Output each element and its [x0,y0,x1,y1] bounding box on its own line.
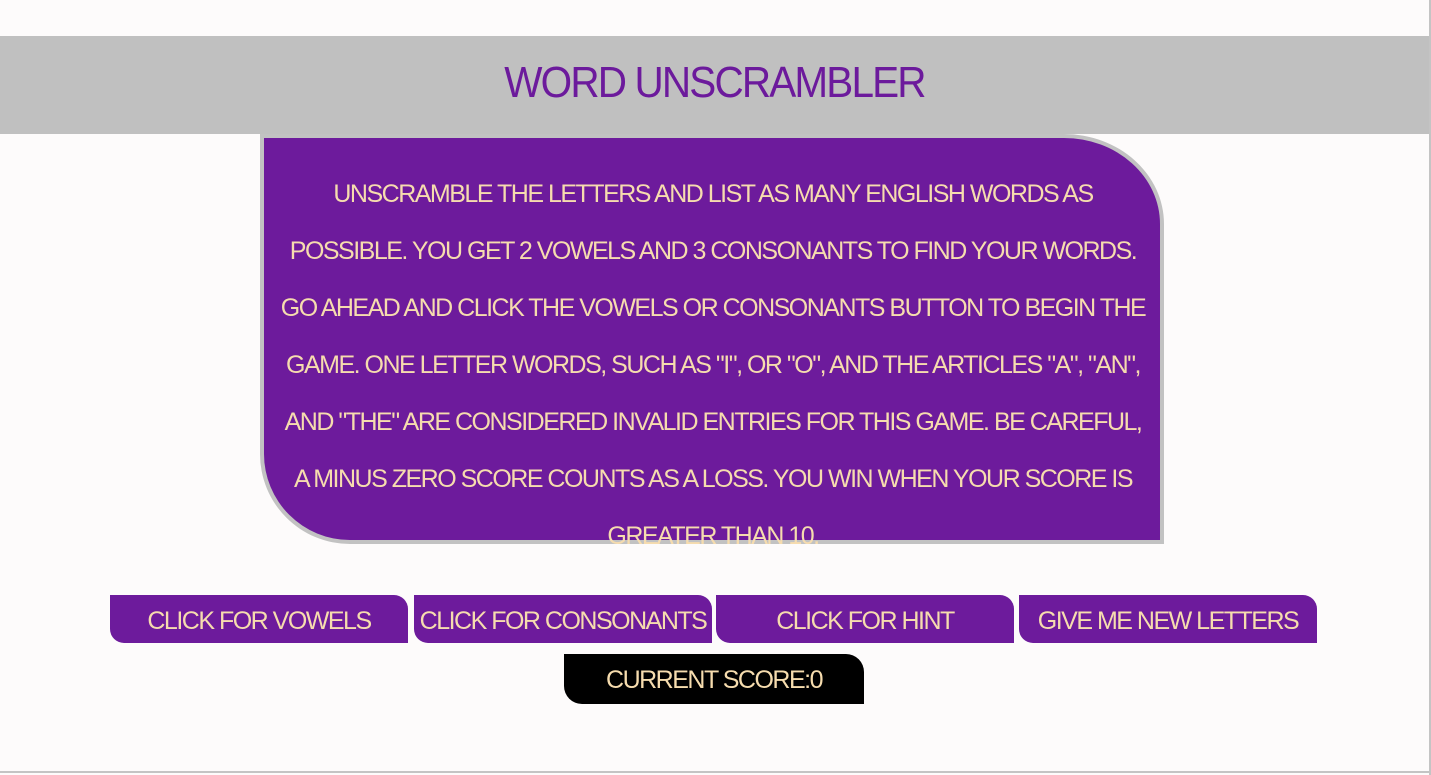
page-frame-bottom [0,771,1431,773]
instructions-panel: UNSCRAMBLE THE LETTERS AND LIST AS MANY … [260,134,1164,550]
game-controls: CLICK FOR VOWELS CLICK FOR CONSONANTS CL… [110,595,1320,643]
hint-button[interactable]: CLICK FOR HINT [716,595,1014,643]
vowels-button[interactable]: CLICK FOR VOWELS [110,595,408,643]
header-bar: WORD UNSCRAMBLER [0,36,1429,134]
consonants-button[interactable]: CLICK FOR CONSONANTS [414,595,712,643]
score-display: CURRENT SCORE:0 [564,654,864,704]
new-letters-button[interactable]: GIVE ME NEW LETTERS [1019,595,1317,643]
score-label: CURRENT SCORE:0 [606,666,823,694]
page-title: WORD UNSCRAMBLER [504,58,926,107]
instructions-text: UNSCRAMBLE THE LETTERS AND LIST AS MANY … [280,180,1147,550]
